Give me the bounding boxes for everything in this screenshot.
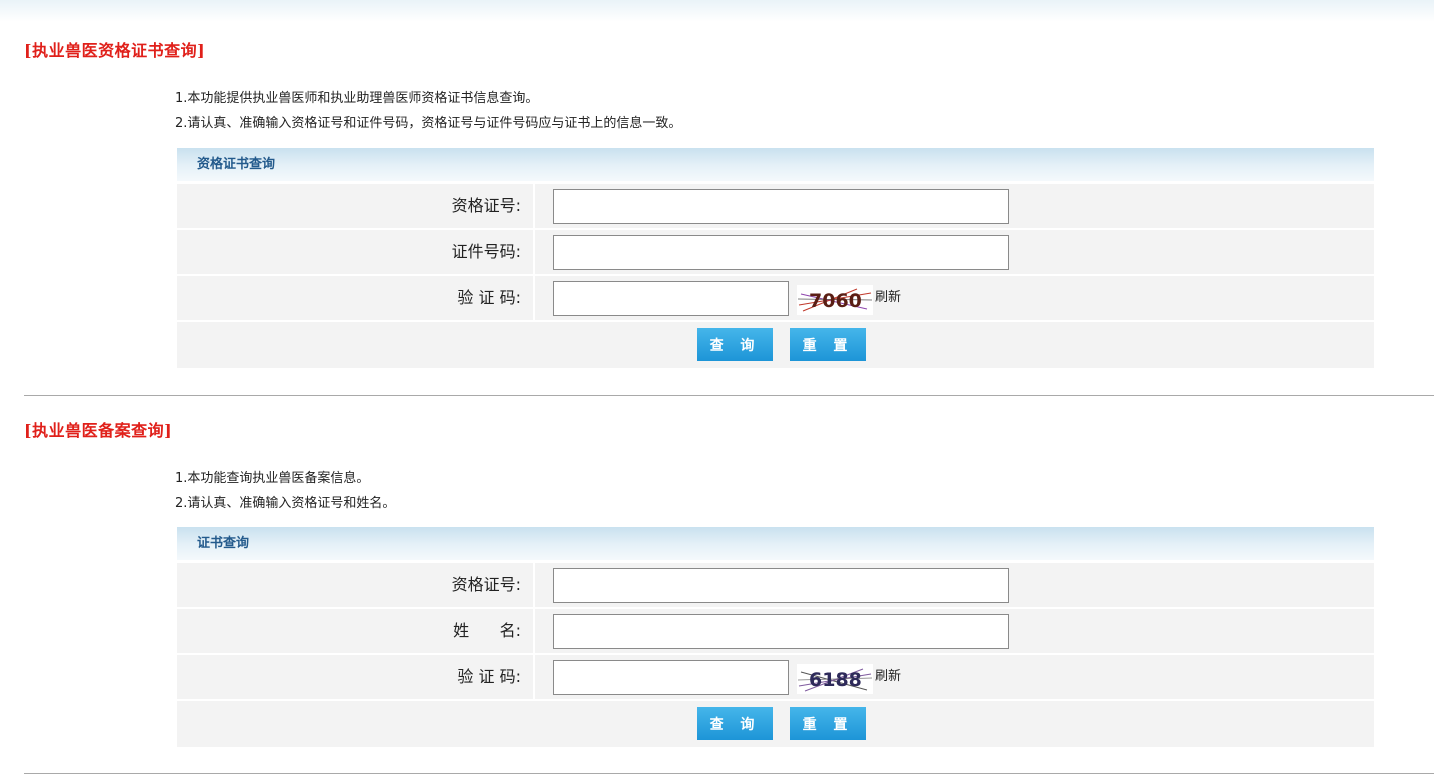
query-button[interactable]: 查 询	[697, 707, 773, 740]
captcha-label: 验 证 码:	[177, 655, 535, 699]
cert-number-label: 资格证号:	[177, 184, 535, 228]
panel-title: 证书查询	[177, 527, 1374, 561]
name-label: 姓 名:	[177, 609, 535, 653]
section-title: [执业兽医备案查询]	[24, 421, 173, 440]
id-number-input[interactable]	[553, 235, 1009, 270]
form-row: 资格证号:	[177, 182, 1374, 228]
instructions: 1.本功能查询执业兽医备案信息。 2.请认真、准确输入资格证号和姓名。	[175, 466, 395, 516]
instruction-line: 2.请认真、准确输入资格证号和证件号码，资格证号与证件号码应与证书上的信息一致。	[175, 116, 682, 131]
captcha-text: 6188	[809, 669, 862, 691]
reset-button[interactable]: 重 置	[790, 328, 866, 361]
form-row: 姓 名:	[177, 607, 1374, 653]
section-divider	[24, 773, 1434, 774]
panel-title: 资格证书查询	[177, 148, 1374, 182]
captcha-image[interactable]: 7060	[797, 285, 873, 315]
cert-number-input[interactable]	[553, 568, 1009, 603]
button-row: 查 询 重 置	[177, 699, 1374, 747]
captcha-input[interactable]	[553, 281, 789, 316]
refresh-captcha-link[interactable]: 刷新	[875, 655, 901, 699]
cert-number-label: 资格证号:	[177, 563, 535, 607]
instruction-line: 2.请认真、准确输入资格证号和姓名。	[175, 496, 396, 511]
form-row: 验 证 码: 6188 刷新	[177, 653, 1374, 699]
captcha-label: 验 证 码:	[177, 276, 535, 320]
query-button[interactable]: 查 询	[697, 328, 773, 361]
filing-query-form: 证书查询 资格证号: 姓 名: 验 证 码: 6188 刷新 查 询 重 置	[177, 527, 1374, 747]
cert-number-input[interactable]	[553, 189, 1009, 224]
instructions: 1.本功能提供执业兽医师和执业助理兽医师资格证书信息查询。 2.请认真、准确输入…	[175, 86, 681, 136]
id-number-label: 证件号码:	[177, 230, 535, 274]
instruction-line: 1.本功能查询执业兽医备案信息。	[175, 471, 370, 486]
section-title: [执业兽医资格证书查询]	[24, 41, 206, 60]
button-row: 查 询 重 置	[177, 320, 1374, 368]
certificate-query-form: 资格证书查询 资格证号: 证件号码: 验 证 码: 7060 刷新 查 询 重 …	[177, 148, 1374, 368]
captcha-text: 7060	[809, 290, 862, 312]
form-row: 证件号码:	[177, 228, 1374, 274]
reset-button[interactable]: 重 置	[790, 707, 866, 740]
refresh-captcha-link[interactable]: 刷新	[875, 276, 901, 320]
form-row: 资格证号:	[177, 561, 1374, 607]
instruction-line: 1.本功能提供执业兽医师和执业助理兽医师资格证书信息查询。	[175, 91, 539, 106]
section-divider	[24, 395, 1434, 396]
captcha-image[interactable]: 6188	[797, 664, 873, 694]
captcha-input[interactable]	[553, 660, 789, 695]
top-gradient-band	[0, 0, 1434, 22]
form-row: 验 证 码: 7060 刷新	[177, 274, 1374, 320]
name-input[interactable]	[553, 614, 1009, 649]
